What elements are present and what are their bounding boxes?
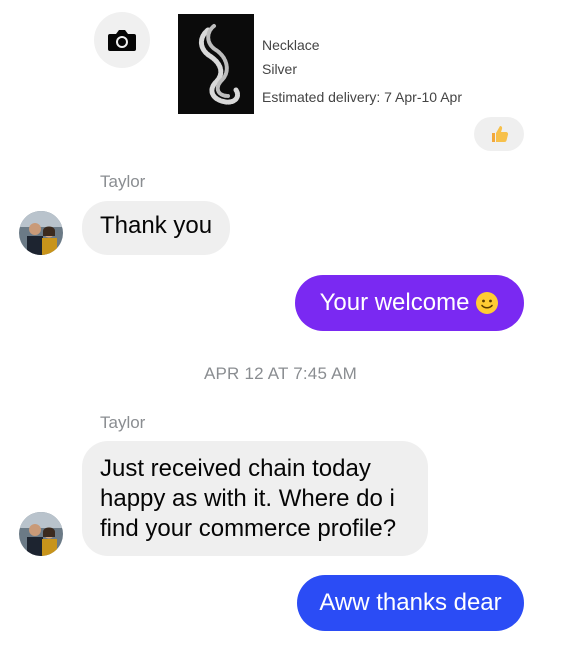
message-text: Your welcome [319, 289, 470, 316]
message-bubble-outgoing[interactable]: Aww thanks dear [297, 575, 524, 631]
avatar[interactable] [19, 211, 63, 255]
avatar-photo [19, 211, 63, 255]
camera-button[interactable] [94, 12, 150, 68]
sender-name: Taylor [100, 413, 146, 432]
message-bubble-incoming[interactable]: Thank you [82, 201, 231, 255]
product-delivery: Estimated delivery: 7 Apr-10 Apr [262, 89, 462, 105]
camera-icon [108, 30, 136, 51]
product-variant: Silver [262, 61, 298, 77]
avatar-photo [19, 512, 63, 556]
product-name: Necklace [262, 37, 320, 53]
thumbs-up-icon [492, 126, 509, 142]
necklace-image [178, 14, 254, 114]
timestamp-divider: APR 12 AT 7:45 AM [203, 364, 358, 383]
product-info[interactable]: Necklace Silver Estimated delivery: 7 Ap… [262, 33, 462, 109]
message-bubble-incoming[interactable]: Just received chain today happy as with … [82, 441, 428, 556]
message-bubble-outgoing[interactable]: Your welcome [295, 275, 524, 331]
thumbs-up-message[interactable] [474, 117, 524, 151]
avatar[interactable] [19, 512, 63, 556]
smiling-face-emoji [476, 292, 499, 314]
product-image[interactable] [178, 14, 254, 114]
message-text: Aww thanks dear [319, 589, 502, 616]
sender-name: Taylor [100, 172, 146, 191]
